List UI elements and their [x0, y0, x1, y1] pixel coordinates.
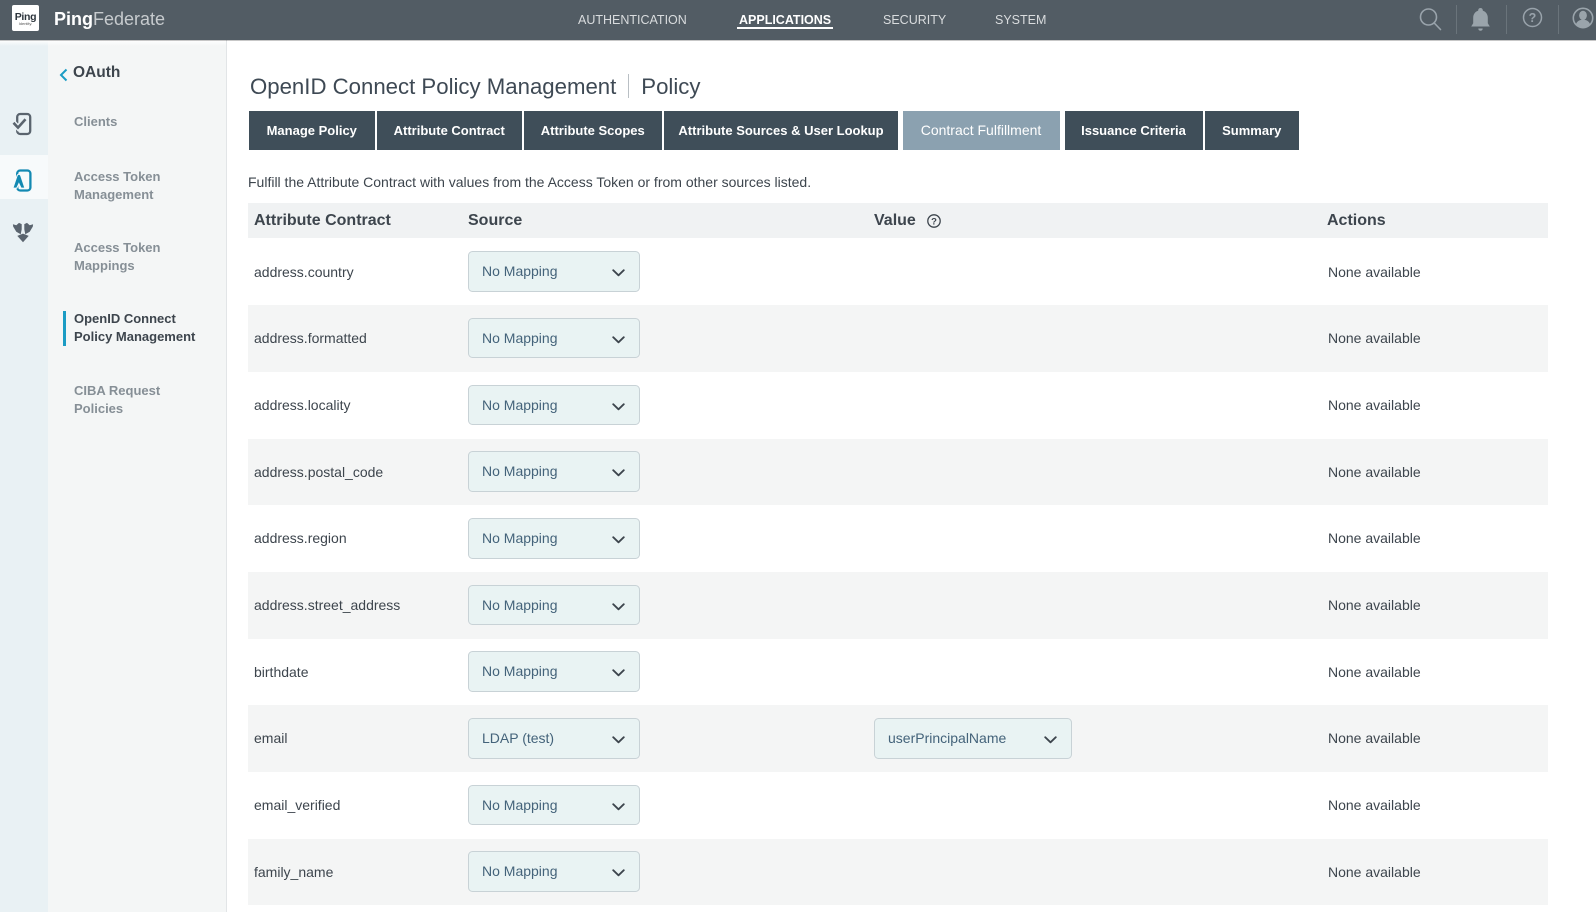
svg-text:?: ? [1529, 11, 1537, 25]
svg-text:?: ? [931, 216, 937, 227]
